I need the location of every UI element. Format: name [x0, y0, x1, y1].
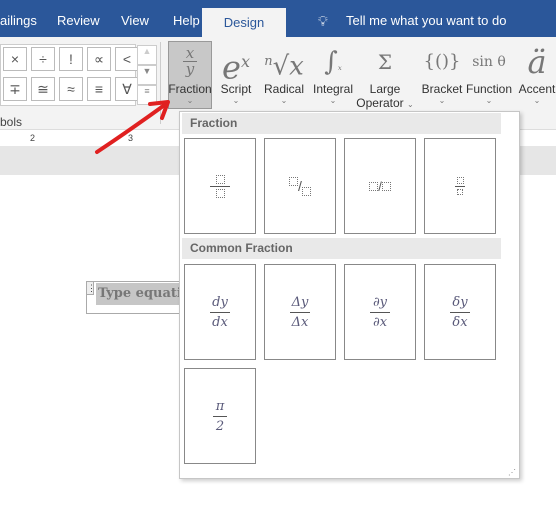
red-arrow-annotation — [95, 100, 170, 154]
arrow-shaft — [95, 102, 168, 154]
